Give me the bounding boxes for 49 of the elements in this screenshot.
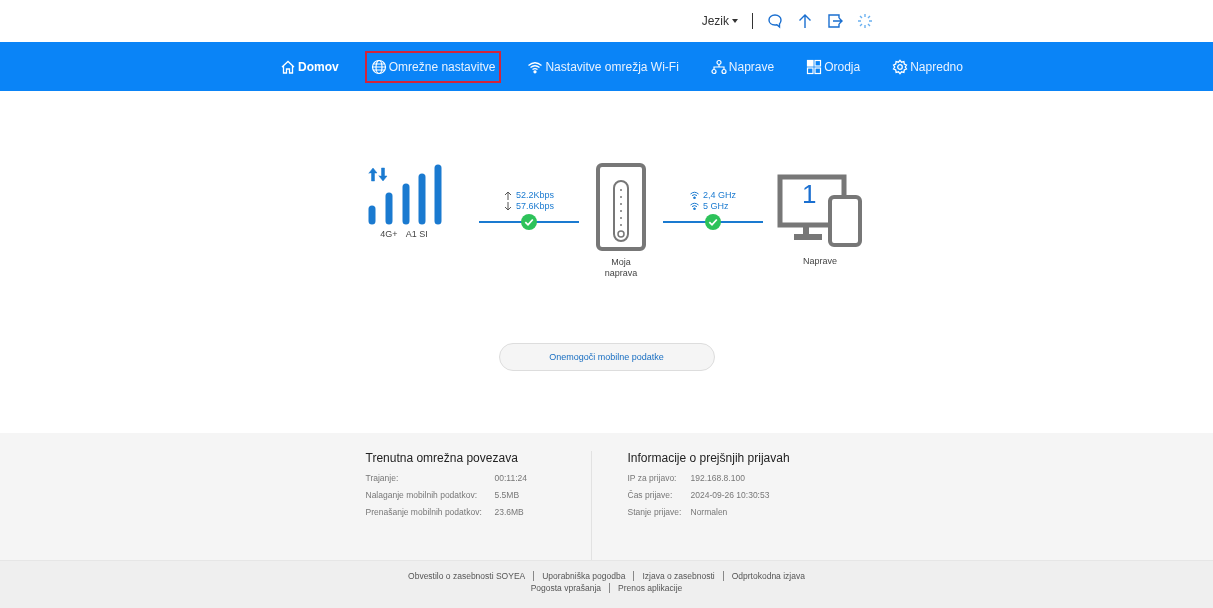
up-arrow-icon [504, 190, 512, 200]
field-value: Normalen [690, 506, 728, 519]
device-count: 1 [802, 179, 817, 210]
field-value: 00:11:24 [494, 472, 527, 485]
band-label: 5 GHz [703, 201, 729, 211]
footer-link[interactable]: Prenos aplikacije [618, 583, 683, 593]
router-icon [596, 163, 646, 251]
check-icon [521, 214, 537, 230]
download-speed: 57.6Kbps [516, 201, 554, 211]
devices-label: Naprave [803, 256, 837, 267]
check-icon [705, 214, 721, 230]
nav-tab[interactable]: Domov [274, 50, 345, 83]
footer-link[interactable]: Pogosta vprašanja [530, 583, 602, 593]
section-title: Informacije o prejšnjih prijavah [627, 451, 791, 465]
field-label: IP za prijavo: [627, 472, 678, 485]
field-value: 2024-09-26 10:30:53 [690, 489, 770, 502]
field-label: Stanje prijave: [627, 506, 683, 519]
field-label: Čas prijave: [627, 489, 674, 502]
signal-strength-icon [366, 163, 442, 225]
operator-name: A1 SI [405, 229, 428, 240]
footer-link[interactable]: Uporabniška pogodba [542, 571, 626, 581]
section-title: Trenutna omrežna povezava [365, 451, 519, 465]
field-label: Trajanje: [365, 472, 400, 485]
down-arrow-icon [504, 201, 512, 211]
field-label: Prenašanje mobilnih podatkov: [365, 506, 483, 519]
upload-arrow-icon[interactable] [797, 13, 813, 29]
field-label: Nalaganje mobilnih podatkov: [365, 489, 479, 502]
settings-icon [892, 58, 909, 75]
footer-link[interactable]: Obvestilo o zasebnosti SOYEA [408, 571, 526, 581]
upload-speed: 52.2Kbps [516, 190, 554, 200]
footer-link[interactable]: Odprtokodna izjava [731, 571, 805, 581]
field-value: 5.5MB [494, 489, 520, 502]
router-label: Moja naprava [603, 257, 639, 279]
chat-icon[interactable] [767, 13, 783, 29]
globe-icon [370, 58, 387, 75]
loading-icon [857, 13, 873, 29]
grid-icon [806, 58, 823, 75]
footer-link[interactable]: Izjava o zasebnosti [642, 571, 715, 581]
field-value: 192.168.8.100 [690, 472, 745, 485]
network-type: 4G+ [380, 229, 398, 240]
network-nodes-icon [710, 58, 727, 75]
field-value: 23.6MB [494, 506, 524, 519]
disable-mobile-data-button[interactable]: Onemogoči mobilne podatke [498, 343, 715, 371]
wifi-icon [690, 191, 699, 199]
wifi-icon [690, 202, 699, 210]
language-menu[interactable]: Jezik [701, 14, 738, 28]
home-icon [280, 58, 297, 75]
band-label: 2,4 GHz [703, 190, 736, 200]
logout-icon[interactable] [827, 13, 843, 29]
